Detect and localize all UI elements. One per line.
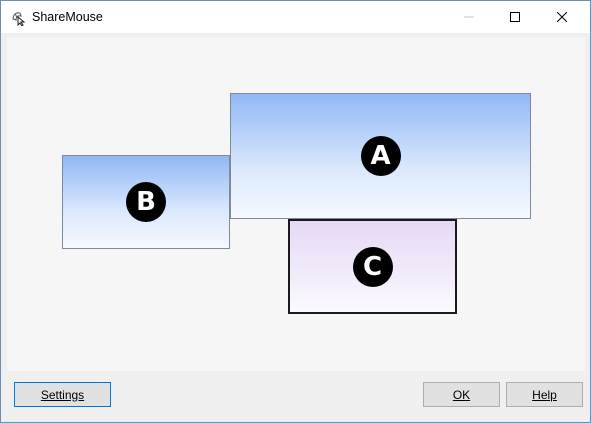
close-button[interactable] <box>539 1 585 33</box>
maximize-icon <box>510 12 520 22</box>
screen-c-badge: C <box>352 246 393 287</box>
screen-b-badge: B <box>126 182 166 222</box>
title-bar[interactable]: ShareMouse <box>1 1 590 33</box>
help-button[interactable]: Help <box>506 382 583 407</box>
screen-c[interactable]: C <box>288 219 457 314</box>
screen-a-badge: A <box>360 136 401 176</box>
button-bar: Settings OK Help <box>1 373 590 422</box>
sharemouse-window: ShareMouse A B C Settings OK Help <box>0 0 591 423</box>
screen-b[interactable]: B <box>62 155 230 249</box>
minimize-icon <box>464 12 474 22</box>
minimize-button[interactable] <box>446 1 492 33</box>
maximize-button[interactable] <box>492 1 538 33</box>
screen-a[interactable]: A <box>230 93 531 219</box>
close-icon <box>557 12 567 22</box>
sharemouse-app-icon <box>11 10 27 27</box>
ok-button[interactable]: OK <box>423 382 500 407</box>
settings-button[interactable]: Settings <box>14 382 111 407</box>
screen-layout-area: A B C <box>7 37 585 371</box>
window-title: ShareMouse <box>32 10 103 24</box>
